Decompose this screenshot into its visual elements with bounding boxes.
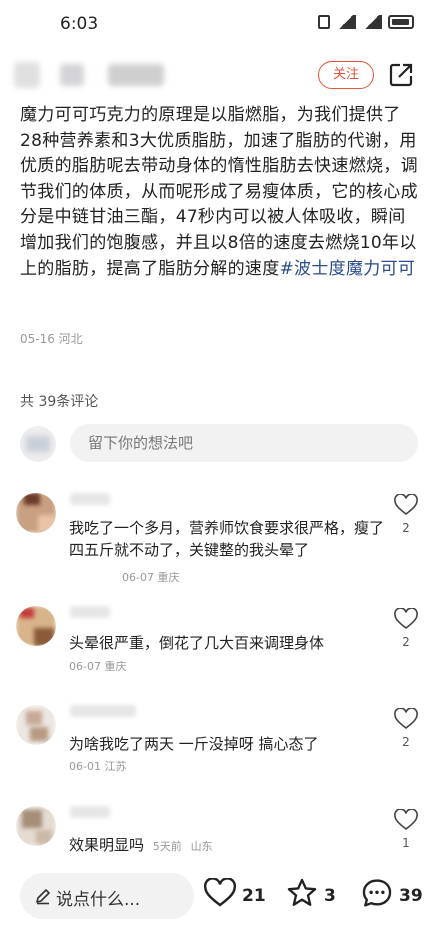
commenter-avatar[interactable]: [16, 606, 56, 646]
author-badge: [108, 64, 164, 86]
commenter-avatar[interactable]: [16, 806, 56, 846]
heart-icon[interactable]: [394, 809, 418, 831]
write-comment-button[interactable]: 说点什么...: [20, 873, 194, 919]
comment-time: 5天前: [152, 840, 182, 853]
comment-like-count: 2: [402, 735, 410, 749]
heart-icon: [204, 878, 236, 907]
comment-button[interactable]: 39: [361, 878, 425, 912]
post-meta: 05-16 河北: [20, 332, 83, 346]
comment-text: 为啥我吃了两天 一斤没掉呀 搞心态了: [69, 735, 319, 753]
status-bar: 6:03: [0, 0, 434, 48]
commenter-avatar[interactable]: [16, 493, 56, 533]
like-button[interactable]: 21: [204, 878, 266, 912]
bottom-bar: 说点什么... 21 3 39: [0, 860, 434, 929]
comment-input[interactable]: 留下你的想法吧: [70, 424, 418, 462]
post-text: 魔力可可巧克力的原理是以脂燃脂，为我们提供了28种营养素和3大优质脂肪，加速了脂…: [20, 105, 418, 279]
heart-icon[interactable]: [394, 708, 418, 730]
post-header: 关注: [0, 48, 434, 104]
favorite-button[interactable]: 3: [286, 878, 340, 912]
like-count: 21: [242, 886, 266, 906]
signal-2-icon: [362, 15, 382, 29]
commenter-name[interactable]: [70, 705, 136, 717]
my-avatar: [20, 426, 56, 462]
comment-like-count: 1: [402, 836, 410, 850]
comment-meta: 06-01 江苏: [69, 760, 127, 773]
comment-count: 39: [399, 886, 423, 906]
commenter-name[interactable]: [70, 806, 110, 818]
follow-button[interactable]: 关注: [318, 61, 374, 89]
comments-count: 共 39条评论: [20, 394, 99, 410]
write-comment-label: 说点什么...: [56, 890, 141, 910]
author-name[interactable]: [60, 64, 84, 86]
author-avatar[interactable]: [14, 62, 40, 88]
post-hashtag[interactable]: #波士度魔力可可: [280, 259, 416, 279]
comment-like-count: 2: [402, 521, 410, 535]
post-body: 魔力可可巧克力的原理是以脂燃脂，为我们提供了28种营养素和3大优质脂肪，加速了脂…: [20, 103, 420, 282]
favorite-count: 3: [324, 886, 336, 906]
comment-text: 头晕很严重，倒花了几大百来调理身体: [69, 634, 325, 652]
comment-meta: 06-07 重庆: [69, 660, 127, 673]
comment-text-body: 效果明显吗: [69, 836, 145, 854]
commenter-avatar[interactable]: [16, 705, 56, 745]
share-icon[interactable]: [388, 62, 414, 88]
commenter-name[interactable]: [70, 606, 110, 618]
pen-icon: [36, 889, 50, 905]
heart-icon[interactable]: [394, 608, 418, 630]
comment-bubble-icon: [362, 879, 392, 907]
status-icons: [318, 15, 414, 29]
comment-meta: 06-07 重庆: [122, 571, 180, 584]
signal-icon: [336, 15, 356, 29]
star-icon: [287, 878, 317, 906]
vibrate-icon: [318, 15, 330, 29]
comment-text: 我吃了一个多月，营养师饮食要求很严格，瘦了四五斤就不动了，关键整的我头晕了: [69, 519, 385, 559]
comment-text: 效果明显吗 5天前 山东: [69, 834, 369, 858]
comment-location: 山东: [190, 840, 213, 853]
status-time: 6:03: [60, 14, 99, 34]
comment-like-count: 2: [402, 635, 410, 649]
commenter-name[interactable]: [70, 493, 110, 505]
heart-icon[interactable]: [394, 494, 418, 516]
battery-icon: [388, 15, 414, 29]
comment-input-row: 留下你的想法吧: [20, 424, 418, 464]
